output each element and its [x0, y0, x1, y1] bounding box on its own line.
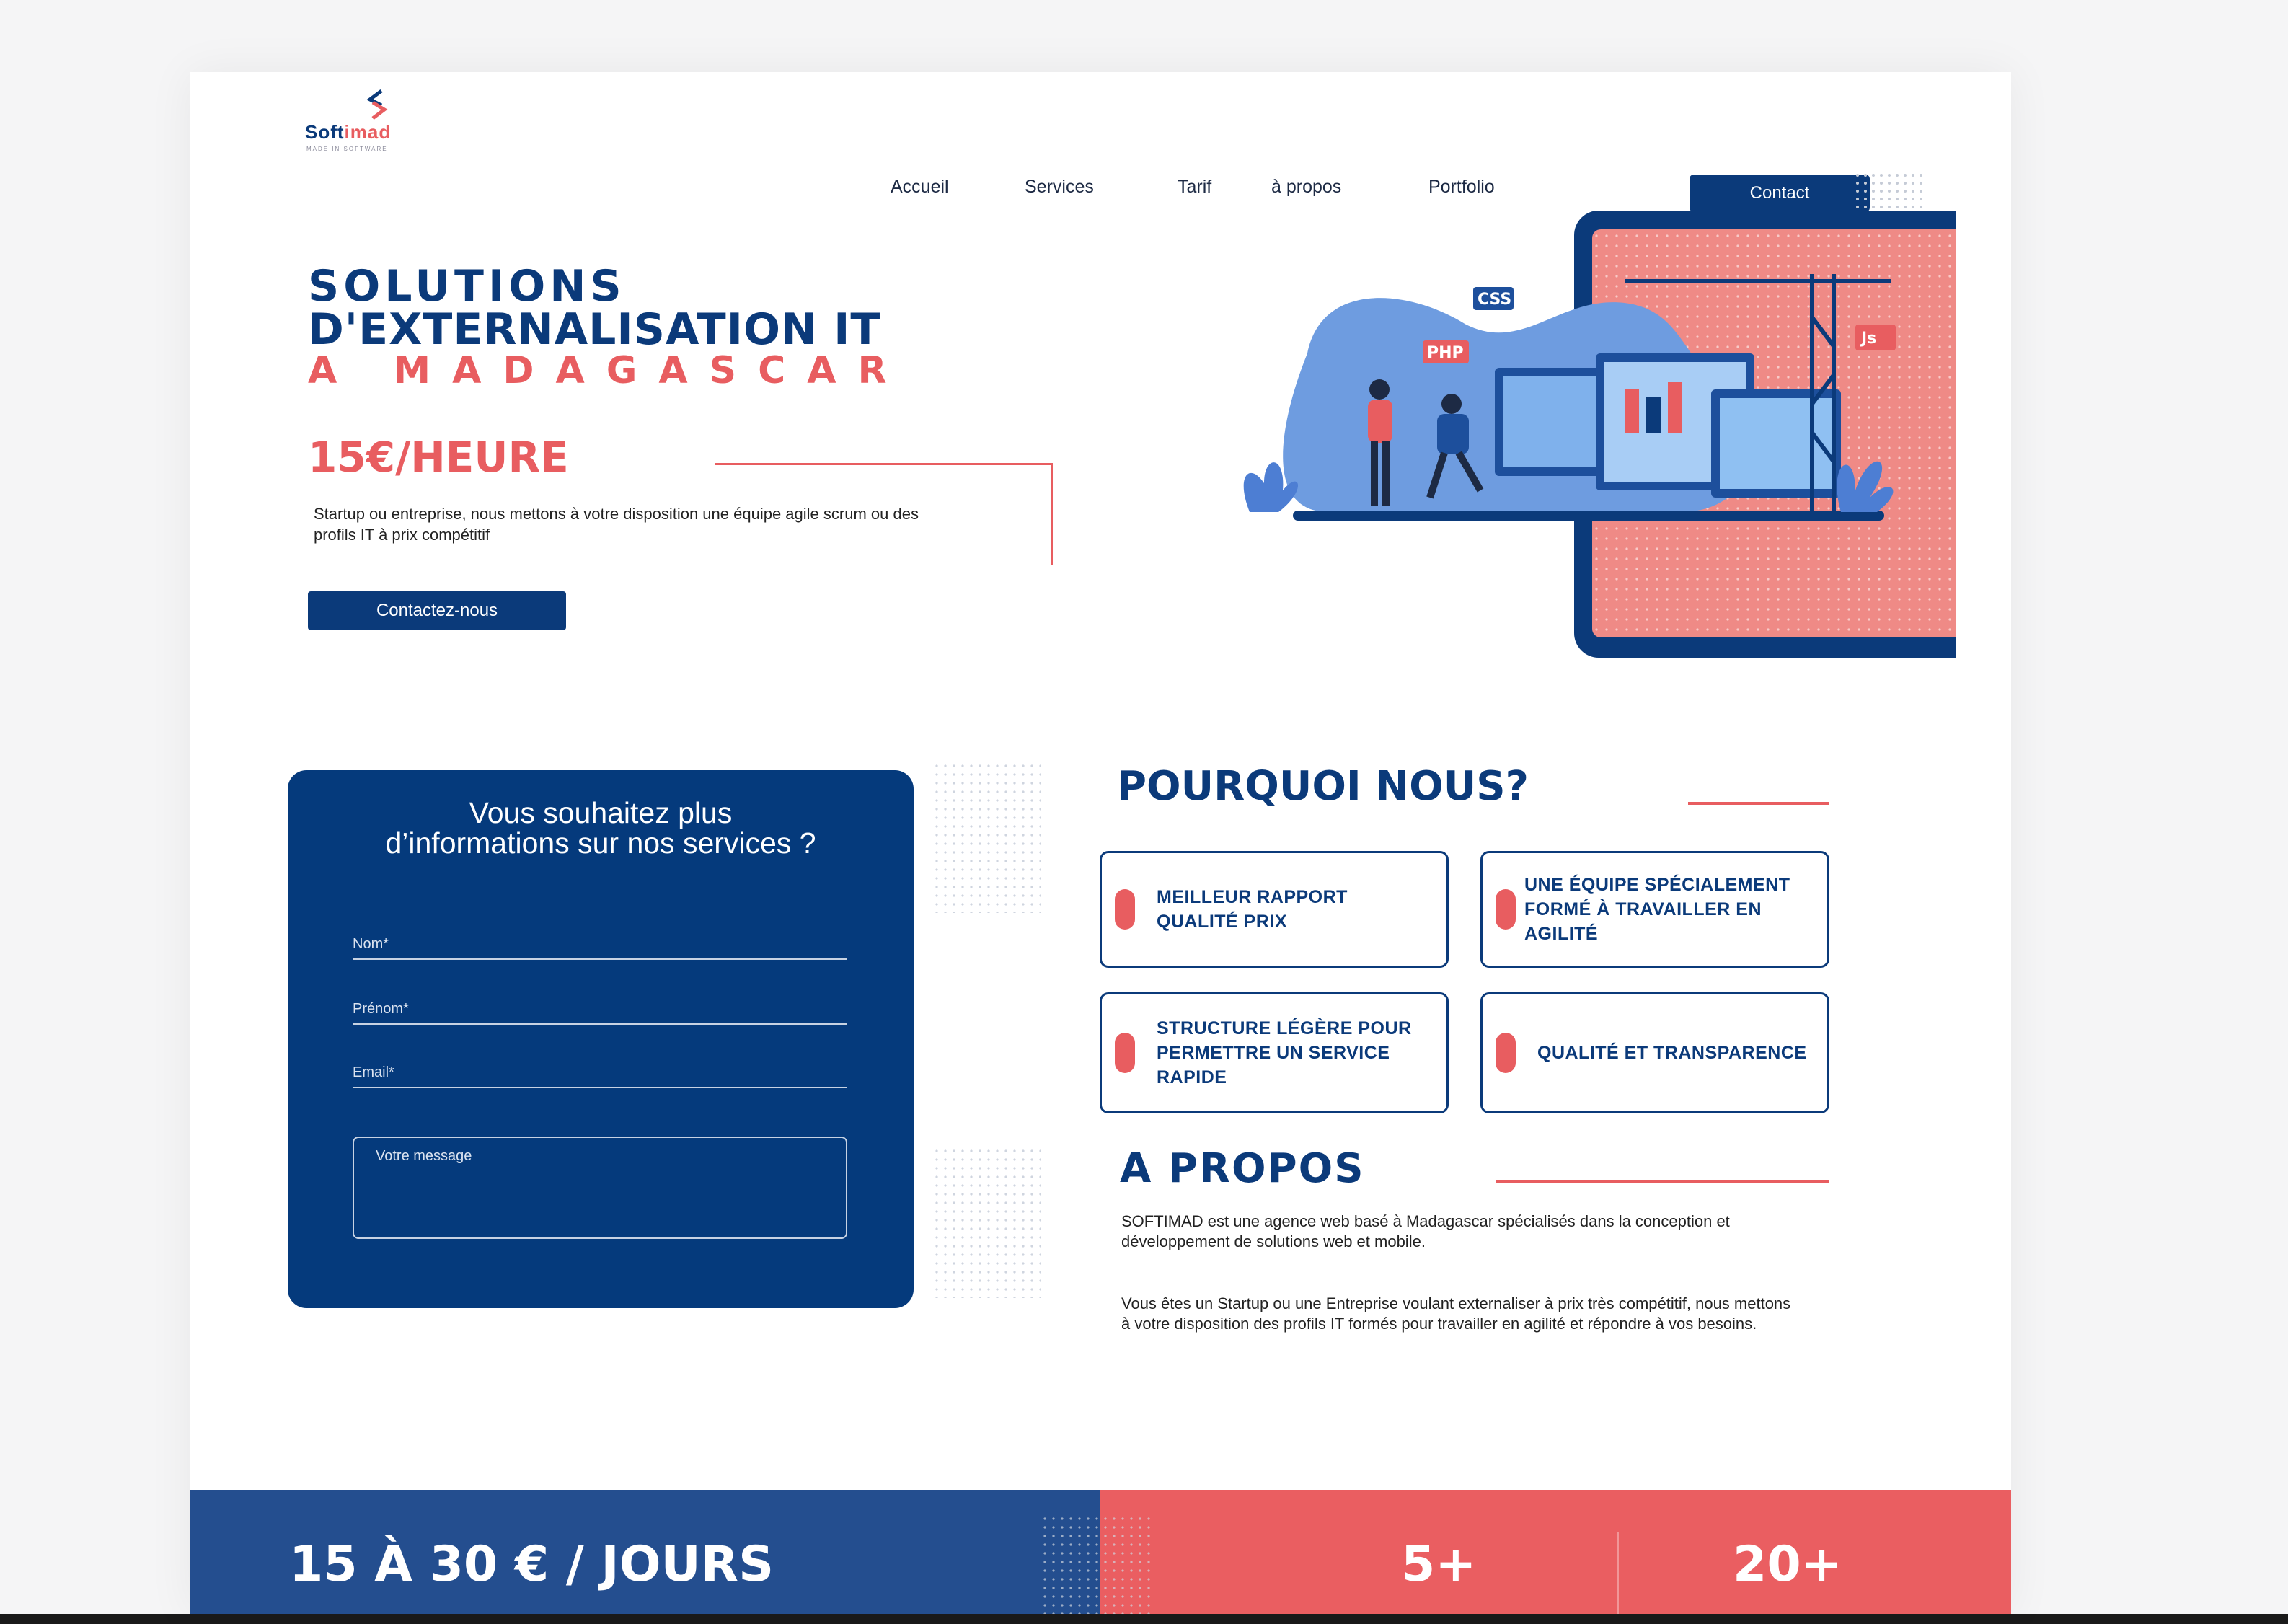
why-card-text: Qualité et transparence: [1537, 1043, 1807, 1063]
nav-accueil[interactable]: Accueil: [891, 177, 949, 198]
why-card-quality: Qualité et transparence: [1480, 992, 1829, 1113]
card-accent-pill: [1496, 889, 1516, 930]
screen-bottom-bar: [0, 1614, 2288, 1624]
brand-name: Softimad: [305, 121, 392, 143]
nav-tarif[interactable]: Tarif: [1178, 177, 1211, 198]
about-title-underline: [1496, 1180, 1829, 1183]
stats-band-right: [1100, 1490, 2011, 1614]
prenom-field[interactable]: Prénom*: [353, 1001, 847, 1025]
brand-tagline: MADE IN SOFTWARE: [306, 146, 388, 152]
floor-bar: [1293, 511, 1884, 521]
hero-description: Startup ou entreprise, nous mettons à vo…: [314, 505, 919, 544]
card-accent-pill: [1115, 889, 1135, 930]
contactez-nous-button[interactable]: Contactez-nous: [308, 591, 566, 630]
card-accent-pill: [1496, 1033, 1516, 1073]
stat-daily-rate: 15 À 30 € / JOURS: [289, 1536, 774, 1593]
hero-title-line3: A MADAGASCAR: [308, 349, 909, 392]
stats-dot-decor: [1041, 1514, 1156, 1614]
js-badge-label: Js: [1860, 330, 1876, 348]
stat-years: 5+: [1401, 1536, 1477, 1593]
web-page: Softimad MADE IN SOFTWARE Accueil Servic…: [190, 72, 2011, 1614]
contact-form-card: Vous souhaitez plus d’informations sur n…: [288, 770, 914, 1308]
stats-divider: [1617, 1532, 1619, 1614]
logo-mark-icon: [366, 89, 388, 120]
why-card-text: Meilleur rapport qualité prix: [1157, 887, 1348, 932]
hero-price: 15€/HEURE: [308, 433, 569, 482]
why-card-text: Structure légère pour permettre un servi…: [1157, 1018, 1412, 1087]
card-accent-pill: [1115, 1033, 1135, 1073]
hero-illustration: CSS PHP Js: [1243, 173, 1956, 658]
form-dot-decor-top: [932, 762, 1041, 913]
hero-title-line2: D'EXTERNALISATION IT: [308, 304, 881, 355]
css-badge-label: CSS: [1478, 291, 1511, 309]
about-paragraph-1: SOFTIMAD est une agence web basé à Madag…: [1121, 1212, 1730, 1250]
form-title: Vous souhaitez plus d’informations sur n…: [385, 796, 816, 860]
price-decor-line: [715, 463, 1052, 465]
form-dot-decor-bottom: [932, 1147, 1041, 1298]
nom-field[interactable]: Nom*: [353, 936, 847, 960]
brand-logo[interactable]: Softimad MADE IN SOFTWARE: [305, 87, 435, 152]
why-title-underline: [1688, 802, 1829, 805]
why-card-light-structure: Structure légère pour permettre un servi…: [1100, 992, 1449, 1113]
why-card-text: Une équipe spécialement formé à travaill…: [1524, 875, 1790, 944]
message-textarea[interactable]: Votre message: [353, 1137, 847, 1239]
why-card-price: Meilleur rapport qualité prix: [1100, 851, 1449, 968]
stat-projects: 20+: [1733, 1536, 1842, 1593]
why-card-agile-team: Une équipe spécialement formé à travaill…: [1480, 851, 1829, 968]
nav-services[interactable]: Services: [1025, 177, 1094, 198]
email-field[interactable]: Email*: [353, 1064, 847, 1088]
why-title: POURQUOI NOUS?: [1117, 763, 1529, 810]
about-paragraph-2: Vous êtes un Startup ou une Entreprise v…: [1121, 1294, 1791, 1333]
php-badge-label: PHP: [1427, 344, 1464, 362]
price-decor-line-vertical: [1051, 463, 1053, 565]
about-title: A PROPOS: [1120, 1145, 1365, 1192]
